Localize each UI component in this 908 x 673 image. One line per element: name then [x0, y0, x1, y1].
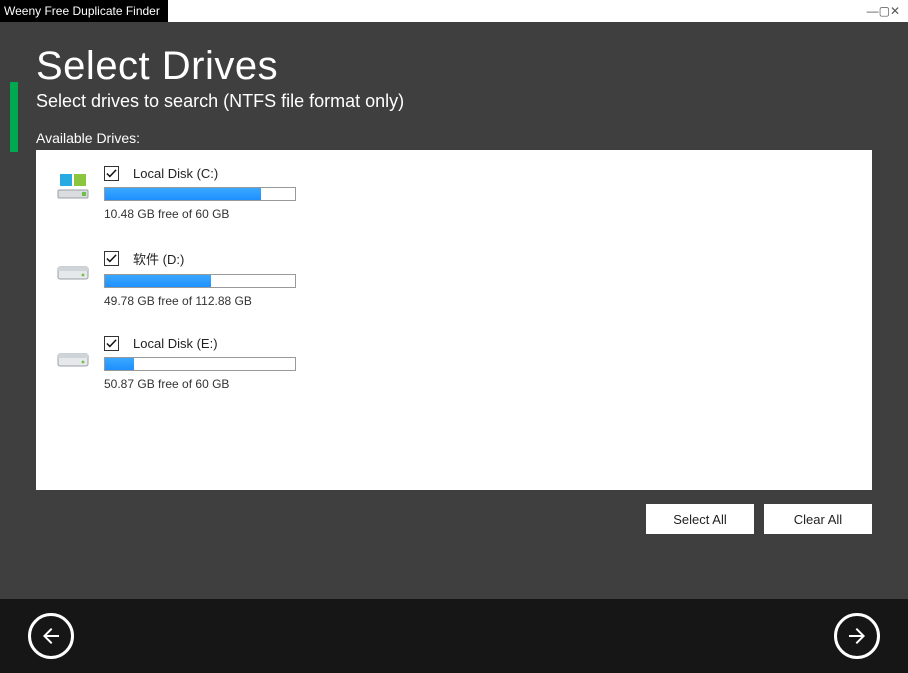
drive-row: Local Disk (E:) 50.87 GB free of 60 GB	[56, 336, 852, 391]
content-area: Select Drives Select drives to search (N…	[0, 22, 908, 599]
next-button[interactable]	[834, 613, 880, 659]
page-title: Select Drives	[36, 44, 872, 89]
drive-name: Local Disk (C:)	[133, 166, 218, 181]
drive-row: Local Disk (C:) 10.48 GB free of 60 GB	[56, 166, 852, 221]
drive-icon	[56, 342, 90, 372]
drives-panel: Local Disk (C:) 10.48 GB free of 60 GB 软件 …	[36, 150, 872, 490]
app-window: Weeny Free Duplicate Finder — ▢ ✕ Select…	[0, 0, 908, 673]
drive-name: Local Disk (E:)	[133, 336, 218, 351]
drive-usage-bar	[104, 357, 296, 371]
page-subtitle: Select drives to search (NTFS file forma…	[36, 91, 872, 112]
close-button[interactable]: ✕	[890, 2, 900, 20]
back-button[interactable]	[28, 613, 74, 659]
minimize-button[interactable]: —	[867, 2, 879, 20]
clear-all-button[interactable]: Clear All	[764, 504, 872, 534]
drive-checkbox[interactable]	[104, 336, 119, 351]
drive-free-text: 50.87 GB free of 60 GB	[104, 377, 852, 391]
maximize-button[interactable]: ▢	[879, 2, 890, 20]
drive-checkbox[interactable]	[104, 251, 119, 266]
drive-free-text: 10.48 GB free of 60 GB	[104, 207, 852, 221]
titlebar: Weeny Free Duplicate Finder — ▢ ✕	[0, 0, 908, 22]
select-all-button[interactable]: Select All	[646, 504, 754, 534]
app-title: Weeny Free Duplicate Finder	[4, 4, 160, 18]
drive-checkbox[interactable]	[104, 166, 119, 181]
drive-free-text: 49.78 GB free of 112.88 GB	[104, 294, 852, 308]
drive-icon	[56, 172, 90, 202]
drive-icon	[56, 255, 90, 285]
drive-usage-bar	[104, 274, 296, 288]
drive-row: 软件 (D:) 49.78 GB free of 112.88 GB	[56, 249, 852, 308]
drive-name: 软件 (D:)	[133, 249, 184, 268]
button-row: Select All Clear All	[36, 504, 872, 534]
arrow-left-icon	[39, 624, 63, 648]
arrow-right-icon	[845, 624, 869, 648]
drive-usage-bar	[104, 187, 296, 201]
available-drives-label: Available Drives:	[36, 130, 872, 146]
accent-bar	[10, 82, 18, 152]
footer-nav	[0, 599, 908, 673]
